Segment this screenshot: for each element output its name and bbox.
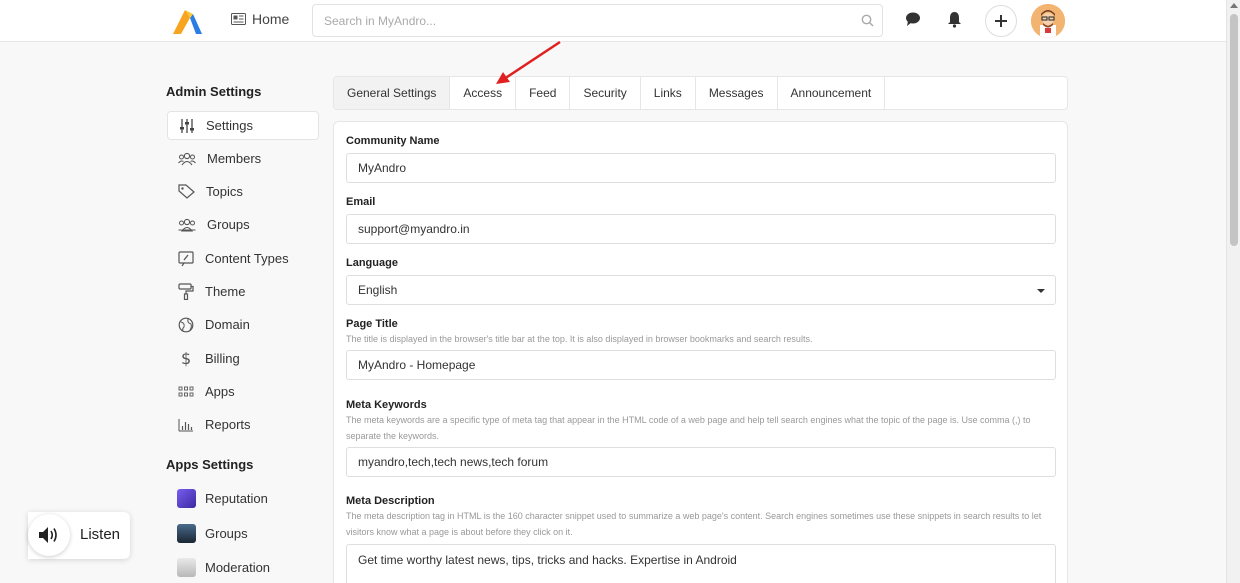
home-link[interactable]: Home: [231, 11, 289, 27]
apps-grid-icon: [178, 386, 194, 396]
sidebar-item-label: Groups: [207, 217, 250, 232]
sidebar-item-label: Theme: [205, 284, 246, 299]
search-icon[interactable]: [861, 14, 874, 27]
sidebar-item-label: Apps: [205, 384, 235, 399]
sidebar-item-reports[interactable]: Reports: [167, 410, 319, 439]
listen-button[interactable]: [28, 514, 70, 556]
meta-keywords-help: The meta keywords are a specific type of…: [346, 415, 1031, 441]
sidebar-item-domain[interactable]: Domain: [167, 310, 319, 339]
sidebar-item-label: Settings: [206, 118, 253, 133]
sidebar-item-label: Content Types: [205, 251, 289, 266]
sidebar-item-members[interactable]: Members: [167, 144, 319, 173]
general-settings-form: Community Name Email Language English Pa…: [333, 121, 1068, 583]
bell-icon[interactable]: [947, 11, 962, 28]
email-label: Email: [346, 196, 376, 208]
sidebar-item-label: Reports: [205, 417, 251, 432]
sidebar-item-apps[interactable]: Apps: [167, 377, 319, 406]
globe-icon: [178, 317, 194, 332]
scrollbar-thumb[interactable]: [1230, 14, 1238, 246]
moderation-app-icon: [177, 558, 196, 577]
language-selected-value: English: [358, 283, 398, 297]
sidebar-item-label: Domain: [205, 317, 250, 332]
apps-settings-heading: Apps Settings: [166, 457, 254, 472]
groups-icon: [178, 218, 196, 232]
sidebar-item-label: Reputation: [205, 491, 268, 506]
sidebar-item-label: Billing: [205, 351, 240, 366]
meta-keywords-field[interactable]: [346, 447, 1056, 477]
email-field[interactable]: [346, 214, 1056, 244]
tab-security[interactable]: Security: [570, 77, 641, 109]
sidebar-item-billing[interactable]: $ Billing: [167, 344, 319, 373]
page-title-help: The title is displayed in the browser's …: [346, 334, 813, 344]
annotation-arrow-icon: [496, 40, 561, 84]
sidebar-item-label: Topics: [206, 184, 243, 199]
sidebar-app-reputation[interactable]: Reputation: [177, 489, 268, 508]
sidebar-item-groups[interactable]: Groups: [167, 210, 319, 239]
tab-announcement[interactable]: Announcement: [778, 77, 886, 109]
sliders-icon: [180, 118, 194, 133]
search-box: [312, 4, 883, 37]
sidebar-item-label: Members: [207, 151, 262, 166]
sidebar-item-content-types[interactable]: Content Types: [167, 244, 319, 273]
sidebar-item-settings[interactable]: Settings: [167, 111, 319, 140]
meta-keywords-label: Meta Keywords: [346, 399, 427, 411]
speaker-icon: [39, 527, 57, 543]
language-label: Language: [346, 257, 398, 269]
news-icon: [231, 13, 246, 25]
chat-bubble-icon[interactable]: [905, 11, 921, 27]
sidebar-app-moderation[interactable]: Moderation: [177, 558, 270, 577]
settings-tabs: General Settings Access Feed Security Li…: [333, 76, 1068, 110]
community-name-label: Community Name: [346, 135, 440, 147]
user-avatar[interactable]: [1031, 4, 1065, 38]
svg-text:$: $: [181, 350, 191, 367]
sidebar-app-groups[interactable]: Groups: [177, 524, 248, 543]
tab-general-settings[interactable]: General Settings: [334, 77, 451, 109]
myandro-logo[interactable]: [171, 6, 203, 36]
listen-widget[interactable]: Listen: [28, 512, 130, 559]
top-navigation-bar: Home: [0, 0, 1226, 42]
community-name-field[interactable]: [346, 153, 1056, 183]
sidebar-item-label: Moderation: [205, 560, 271, 575]
tab-links[interactable]: Links: [641, 77, 696, 109]
tab-messages[interactable]: Messages: [696, 77, 778, 109]
reputation-app-icon: [177, 489, 196, 508]
admin-settings-heading: Admin Settings: [166, 84, 262, 99]
page-title-label: Page Title: [346, 318, 398, 330]
content-types-icon: [178, 250, 194, 266]
tag-icon: [178, 184, 195, 199]
page-scrollbar[interactable]: [1226, 0, 1240, 583]
meta-description-label: Meta Description: [346, 495, 435, 507]
paint-roller-icon: [178, 283, 194, 300]
scroll-up-arrow[interactable]: [1230, 3, 1238, 8]
listen-label: Listen: [80, 526, 121, 543]
sidebar-item-label: Groups: [205, 526, 248, 541]
bar-chart-icon: [178, 418, 193, 431]
create-post-button[interactable]: [985, 5, 1017, 37]
search-input[interactable]: [313, 5, 833, 36]
dropdown-caret-icon: [1037, 289, 1045, 293]
sidebar-item-theme[interactable]: Theme: [167, 277, 319, 306]
sidebar-item-topics[interactable]: Topics: [167, 177, 319, 206]
groups-app-icon: [177, 524, 196, 543]
dollar-icon: $: [181, 350, 191, 367]
home-label: Home: [252, 11, 290, 27]
language-select[interactable]: English: [346, 275, 1056, 305]
plus-icon: [995, 15, 1007, 27]
meta-description-help: The meta description tag in HTML is the …: [346, 511, 1042, 537]
members-icon: [178, 152, 196, 165]
meta-description-field[interactable]: Get time worthy latest news, tips, trick…: [346, 544, 1056, 583]
page-title-field[interactable]: [346, 350, 1056, 380]
